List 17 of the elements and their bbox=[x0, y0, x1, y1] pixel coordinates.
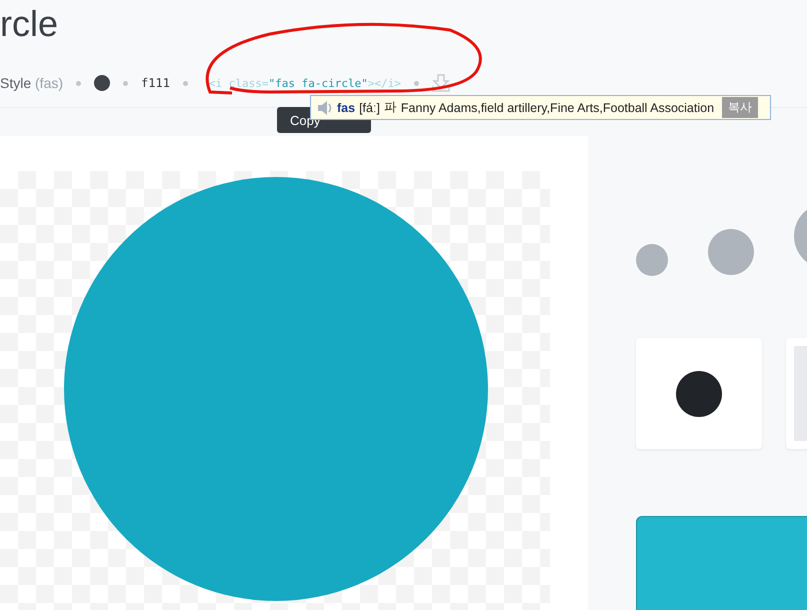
definition-text: Fanny Adams,field artillery,Fine Arts,Football Association bbox=[400, 100, 714, 114]
circle-icon bbox=[676, 370, 722, 416]
style-label: Style (fas) bbox=[0, 75, 64, 91]
separator-dot bbox=[414, 80, 419, 86]
korean-reading: 파 bbox=[384, 99, 397, 116]
icon-card[interactable] bbox=[636, 338, 762, 449]
small-circle-icon bbox=[636, 244, 668, 276]
separator-dot bbox=[76, 80, 82, 86]
circle-icon bbox=[94, 75, 110, 91]
separator-dot bbox=[123, 80, 128, 86]
unicode-value[interactable]: f111 bbox=[141, 76, 170, 90]
copy-button[interactable]: 복사 bbox=[722, 97, 758, 118]
separator-dot bbox=[182, 80, 188, 86]
page-title: rcle bbox=[0, 2, 60, 46]
html-code[interactable]: <i class="fas fa-circle"></i> bbox=[208, 76, 401, 90]
download-icon[interactable] bbox=[432, 74, 450, 92]
medium-circle-icon bbox=[708, 229, 754, 275]
